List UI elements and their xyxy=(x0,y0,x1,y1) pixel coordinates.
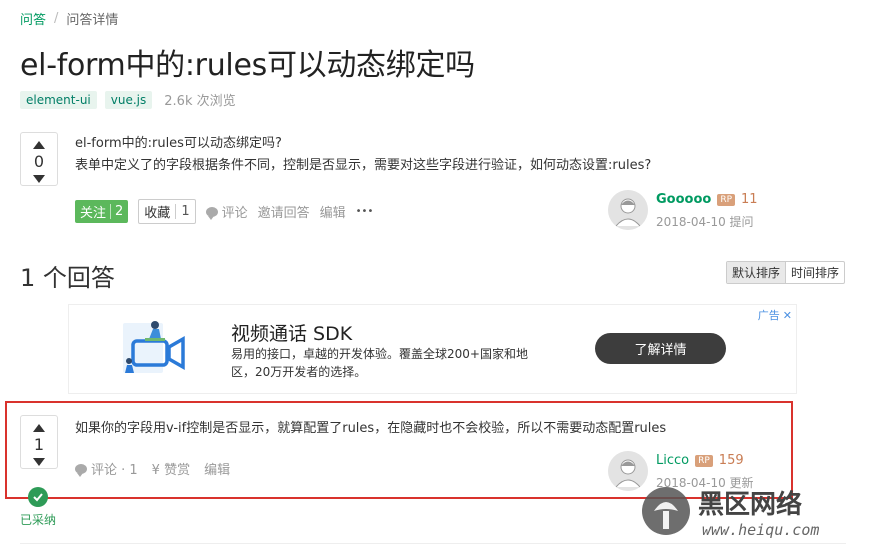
default-avatar-icon xyxy=(608,451,648,491)
answer-comment-label: 评论 · 1 xyxy=(91,463,138,478)
edit-link[interactable]: 编辑 xyxy=(320,202,346,221)
author-name[interactable]: Gooooo xyxy=(656,192,711,207)
check-icon xyxy=(28,487,48,507)
ad-banner[interactable]: 视频通话 SDK 易用的接口，卓越的开发体验。覆盖全球200+国家和地区，20万… xyxy=(68,304,797,394)
accepted-label: 已采纳 xyxy=(20,513,57,527)
comment-icon xyxy=(205,206,218,220)
tag-element-ui[interactable]: element-ui xyxy=(20,90,97,109)
avatar[interactable] xyxy=(608,451,648,491)
sort-toggle: 默认排序 时间排序 xyxy=(726,261,846,284)
collect-count: 1 xyxy=(175,204,190,219)
answer-vote-box: 1 xyxy=(20,415,58,469)
default-avatar-icon xyxy=(608,190,648,230)
answer-vote-count: 1 xyxy=(33,435,45,454)
answer-comment-link[interactable]: 评论 · 1 xyxy=(75,459,138,478)
answer-author-info: Licco RP 159 2018-04-10 更新 xyxy=(656,451,754,491)
breadcrumb-root-link[interactable]: 问答 xyxy=(20,9,46,28)
upvote-arrow-icon[interactable] xyxy=(33,141,45,149)
downvote-arrow-icon[interactable] xyxy=(33,458,45,466)
answer-author-name[interactable]: Licco xyxy=(656,453,689,468)
follow-count: 2 xyxy=(110,204,123,219)
author-reputation: 11 xyxy=(741,192,758,207)
ad-description: 易用的接口，卓越的开发体验。覆盖全球200+国家和地区，20万开发者的选择。 xyxy=(231,347,528,379)
comment-icon xyxy=(75,463,87,477)
question-body: el-form中的:rules可以动态绑定吗? 表单中定义了的字段根据条件不同，… xyxy=(75,133,651,177)
tag-vuejs[interactable]: vue.js xyxy=(104,90,153,109)
answer-updated-date: 2018-04-10 更新 xyxy=(656,476,754,490)
question-title: el-form中的:rules可以动态绑定吗 xyxy=(20,48,475,83)
question-vote-count: 0 xyxy=(33,152,45,171)
asked-date: 2018-04-10 提问 xyxy=(656,215,754,229)
invite-answer-link[interactable]: 邀请回答 xyxy=(258,202,310,221)
author-line: Gooooo RP 11 xyxy=(656,192,758,207)
more-icon[interactable]: ••• xyxy=(356,206,374,217)
ad-close-icon[interactable]: ✕ xyxy=(783,309,792,322)
breadcrumb-current: 问答详情 xyxy=(66,13,119,28)
video-call-illustration-icon xyxy=(123,321,185,373)
ad-label-text: 广告 xyxy=(757,309,780,322)
author-info: Gooooo RP 11 2018-04-10 提问 xyxy=(656,190,758,230)
comment-link[interactable]: 评论 xyxy=(205,202,248,221)
sort-time-button[interactable]: 时间排序 xyxy=(786,262,844,283)
answer-body: 如果你的字段用v-if控制是否显示，就算配置了rules，在隐藏时也不会校验，所… xyxy=(75,421,667,436)
question-body-line: 表单中定义了的字段根据条件不同，控制是否显示，需要对这些字段进行验证，如何动态设… xyxy=(75,158,652,173)
follow-button[interactable]: 关注 2 xyxy=(75,200,129,223)
sort-default-button[interactable]: 默认排序 xyxy=(727,262,787,283)
downvote-arrow-icon[interactable] xyxy=(33,175,45,183)
ad-label[interactable]: 广告 ✕ xyxy=(758,307,792,323)
rp-badge: RP xyxy=(717,193,736,206)
collect-button[interactable]: 收藏 1 xyxy=(138,199,196,224)
answers-count-heading: 1 个回答 xyxy=(20,264,115,292)
ad-learn-more-button[interactable]: 了解详情 xyxy=(595,333,726,364)
answer-author-line: Licco RP 159 xyxy=(656,453,754,468)
question-body-line: el-form中的:rules可以动态绑定吗? xyxy=(75,136,282,151)
upvote-arrow-icon[interactable] xyxy=(33,424,45,432)
follow-label: 关注 xyxy=(80,206,107,221)
reward-link[interactable]: ¥ 赞赏 xyxy=(152,459,190,478)
question-vote-box: 0 xyxy=(20,132,58,186)
ad-title: 视频通话 SDK xyxy=(231,323,353,345)
question-author-card: Gooooo RP 11 2018-04-10 提问 xyxy=(608,190,758,230)
breadcrumb-separator: / xyxy=(54,11,59,26)
answer-author-reputation: 159 xyxy=(718,453,744,468)
answer-actions: 评论 · 1 ¥ 赞赏 编辑 xyxy=(75,459,230,478)
question-actions: 关注 2 收藏 1 评论 邀请回答 编辑 ••• xyxy=(75,199,373,224)
collect-label: 收藏 xyxy=(144,206,171,221)
rp-badge: RP xyxy=(695,454,713,467)
answer-edit-link[interactable]: 编辑 xyxy=(204,459,230,478)
answer-author-card: Licco RP 159 2018-04-10 更新 xyxy=(608,451,754,491)
breadcrumb: 问答 / 问答详情 xyxy=(20,9,118,28)
divider xyxy=(20,543,846,544)
comment-label: 评论 xyxy=(221,206,248,221)
accepted-indicator: 已采纳 xyxy=(20,487,56,528)
view-count: 2.6k 次浏览 xyxy=(164,94,236,109)
avatar[interactable] xyxy=(608,190,648,230)
watermark-url: www.heiqu.com xyxy=(702,521,819,539)
tags-row: element-ui vue.js 2.6k 次浏览 xyxy=(20,90,236,109)
